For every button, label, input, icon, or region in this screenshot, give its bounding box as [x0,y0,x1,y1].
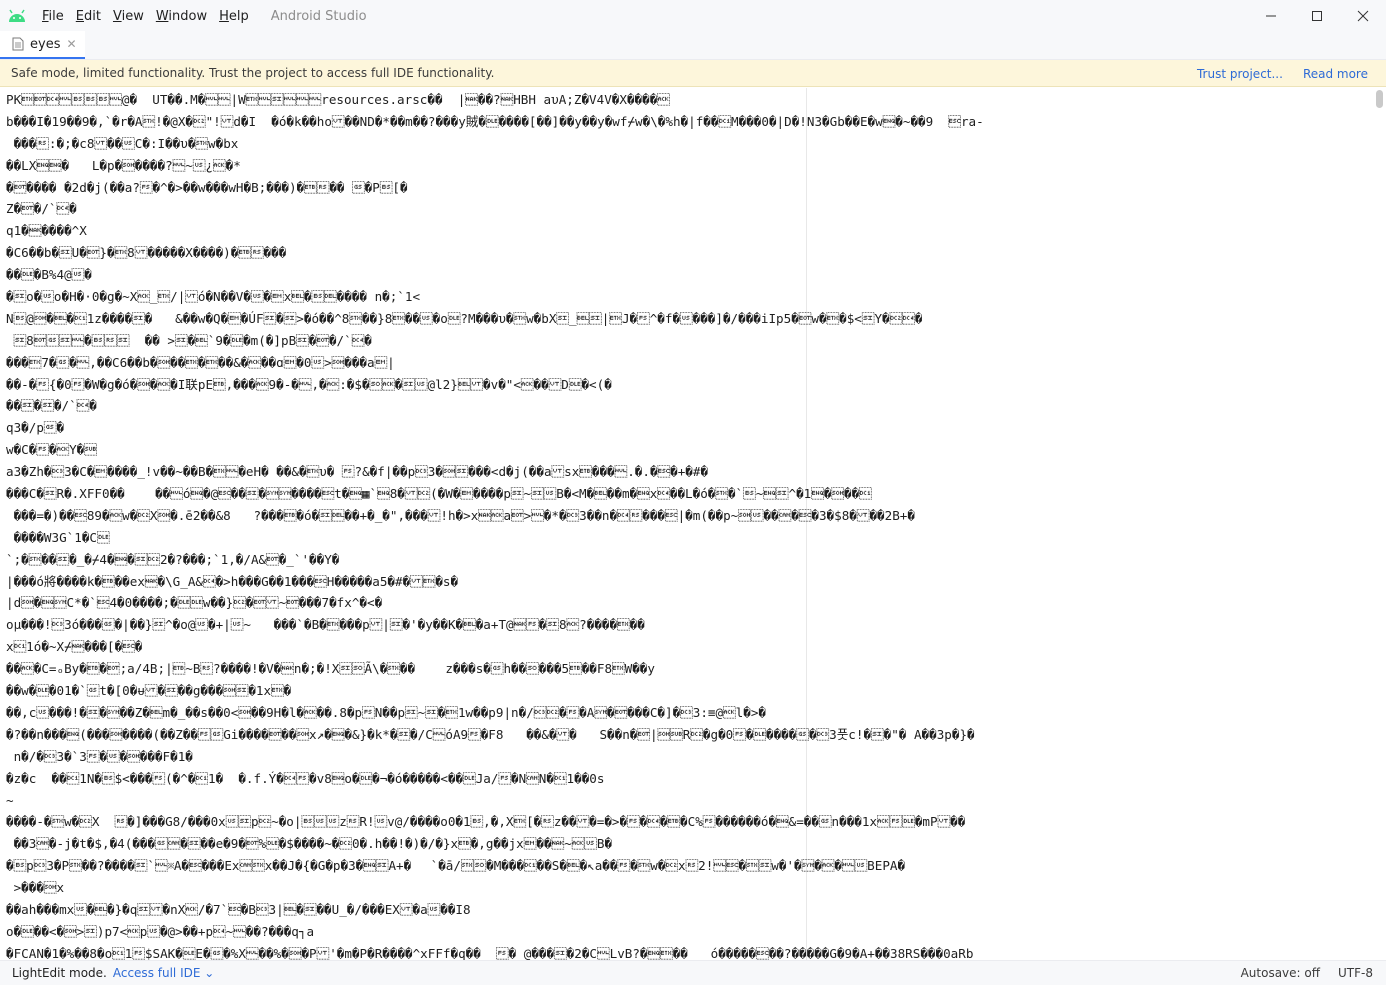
code-line[interactable]: �FCAN�1�%��8�o1 $SAK�E� �%X ��%��P '�… [6,943,1372,960]
menu-view[interactable]: View [107,9,150,24]
code-line[interactable]: o���<�>)p7<p �@>��+p~ ��?���q┐a [6,921,1372,943]
code-line[interactable]: w�C� �Y� [6,439,1372,461]
code-line[interactable]: �?��n���(�������(��Z �� Gi������x↗�… [6,724,1372,746]
title-bar: File Edit View Window Help Android Studi… [0,0,1386,32]
code-line[interactable]: oµ���!3ó��� �|��}^�o@ �+| ~ ���`�B���… [6,614,1372,636]
code-line[interactable]: ���=�)��89�w�X�.ē2��&8 ?����ó���+… [6,505,1372,527]
code-line[interactable]: ���C�R�.XFF0�� �� ó�@�������t�▦`… [6,483,1372,505]
menu-window[interactable]: Window [150,9,213,24]
code-line[interactable]: �C6��b�U�}�8 �����X����)� ��� [6,242,1372,264]
close-icon [1357,10,1369,22]
menu-help[interactable]: Help [213,9,255,24]
code-line[interactable]: ���7� � ,��C6��b������&�� �ɑ�0 >�… [6,352,1372,374]
trust-project-link[interactable]: Trust project... [1197,67,1283,81]
code-line[interactable]: ����� �2d�j(��a? �^�>��w���wH�B;���)� … [6,177,1372,199]
code-line[interactable]: ���B%4@ � [6,264,1372,286]
code-line[interactable]: �o� o�H�·0�g�~X_/| ó�N��V� �x����… [6,286,1372,308]
code-line[interactable]: ~ [6,790,1372,812]
code-line[interactable]: ����W3G`1�C [6,527,1372,549]
menu-edit[interactable]: Edit [70,9,107,24]
code-line[interactable]: ��� �/`� [6,395,1372,417]
code-line[interactable]: ��,c ���!����Z�m�_��s��0<��9H�l���.… [6,702,1372,724]
editor-content[interactable]: PK  @� UT��.M�  |W    resources.… [6,89,1372,960]
scrollbar-thumb[interactable] [1376,90,1383,108]
code-line[interactable]: >���x [6,877,1372,899]
code-line[interactable]: ��ah���mx ��}�q �nX/�7`�B3|���U_�… [6,899,1372,921]
code-line[interactable]: b���I�19��9�,`�r�A!�@X�"! d�I �ó�k��ho… [6,111,1372,133]
code-line[interactable]: a3�Zh�3�C�����_!v��~��B� �eH� ��&�υ�… [6,461,1372,483]
read-more-link[interactable]: Read more [1303,67,1368,81]
minimize-icon [1266,15,1276,17]
tab-close-icon[interactable]: ✕ [66,37,76,51]
code-line[interactable]: �z�c ��1N�$<��� (�^�1� �.f.Ý� �v8o�… [6,768,1372,790]
safe-mode-message: Safe mode, limited functionality. Trust … [11,66,495,80]
close-window-button[interactable] [1340,0,1386,32]
code-line[interactable]: ��w��01�` t�[0�ᵾ ���g����1x� [6,680,1372,702]
vertical-scrollbar[interactable] [1375,88,1384,960]
encoding-status[interactable]: UTF-8 [1338,966,1373,980]
code-line[interactable]: �p3�P�� ?����` ※A����Exx��J�{�G�p… [6,855,1372,877]
maximize-icon [1312,11,1322,21]
code-line[interactable]: ��3�-j�t�$,�4(��� ���e�9�%�$����~�… [6,833,1372,855]
lightedit-mode-label: LightEdit mode. [12,966,107,980]
code-line[interactable]: q3�/p � [6,417,1372,439]
window-title: Android Studio [270,8,367,24]
menu-file[interactable]: File [36,9,70,24]
tab-eyes[interactable]: eyes ✕ [0,31,85,59]
code-line[interactable]: ���C=ₒBy��;a/4B;|~B ?����!�V�n�;�!X… [6,658,1372,680]
code-line[interactable]: |���ó將����k���ex�\G_A&�>h���G��1���H… [6,571,1372,593]
code-line[interactable]: ��LX� L�p�����? ~ ¿�* [6,155,1372,177]
main-menu: File Edit View Window Help [36,9,255,24]
code-line[interactable]: 8  �  �� >�`9��m(�]pB� �/`� [6,330,1372,352]
window-controls [1248,0,1386,32]
autosave-status[interactable]: Autosave: off [1241,966,1320,980]
code-line[interactable]: ��-� {�0 �W�g�ó���I联pE,���9�-� ,�:�… [6,374,1372,396]
code-line[interactable]: PK  @� UT��.M�  |W    resources.… [6,89,1372,111]
code-line[interactable]: ����-�w�X �]���G8/���0x p~�o| z R! … [6,811,1372,833]
access-full-ide-link[interactable]: Access full IDE ⌄ [113,966,214,980]
code-line[interactable]: N@� �1z����� &��w�Q��ÚF�>�ó��^8… [6,308,1372,330]
code-line[interactable]: � �� :�;�c8 �� C�:I��υ�w�bx [6,133,1372,155]
code-line[interactable]: Z� �/`� [6,198,1372,220]
tab-label: eyes [30,36,61,52]
code-line[interactable]: q1�����^X [6,220,1372,242]
access-full-ide-label: Access full IDE [112,966,201,980]
minimize-button[interactable] [1248,0,1294,32]
code-line[interactable]: n�/�3�`3 � ����F�1� [6,746,1372,768]
status-bar: LightEdit mode. Access full IDE ⌄ Autosa… [0,960,1386,985]
safe-mode-banner: Safe mode, limited functionality. Trust … [0,60,1386,87]
editor-tabs: eyes ✕ [0,31,1386,60]
code-line[interactable]: `;����_�⌿4��2�?���;`1,�/A&�_`'��Y� [6,549,1372,571]
code-line[interactable]: |d�C*�`4�0����;�w��}� ~���7�fx … [6,592,1372,614]
text-editor[interactable]: PK  @� UT��.M�  |W    resources.… [0,88,1386,960]
file-icon [12,37,24,51]
chevron-down-icon: ⌄ [204,966,215,980]
maximize-button[interactable] [1294,0,1340,32]
android-studio-logo-icon [6,5,28,27]
code-line[interactable]: x1ó�~X⌿���[�� [6,636,1372,658]
